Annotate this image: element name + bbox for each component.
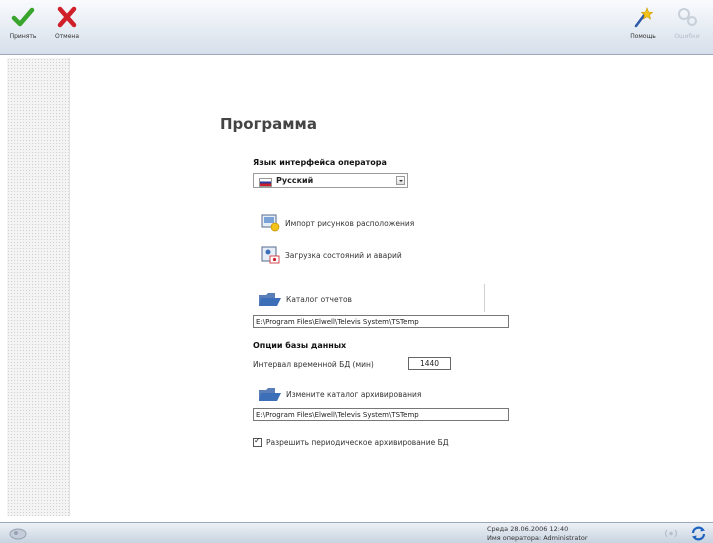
periodic-archive-checkbox-row[interactable]: Разрешить периодическое архивирование БД bbox=[253, 436, 449, 447]
archive-path-field[interactable]: E:\Program Files\Elwell\Televis System\T… bbox=[253, 408, 509, 421]
language-label: Язык интерфейса оператора bbox=[253, 158, 387, 167]
load-alarms-icon bbox=[261, 246, 280, 264]
chevron-down-icon[interactable] bbox=[396, 176, 405, 185]
periodic-archive-label: Разрешить периодическое архивирование БД bbox=[266, 438, 449, 447]
toolbar: Принять Отмена Помощь Ошибки bbox=[0, 0, 713, 55]
import-image-icon bbox=[261, 214, 280, 232]
content-area bbox=[69, 58, 710, 516]
apply-button[interactable]: Принять bbox=[1, 4, 45, 40]
folder-icon bbox=[259, 388, 281, 401]
status-bar: Среда 28.06.2006 12:40 Имя оператора: Ad… bbox=[0, 522, 713, 543]
refresh-icon[interactable] bbox=[690, 525, 707, 542]
divider bbox=[484, 284, 485, 312]
interval-label: Интервал временной БД (мин) bbox=[253, 360, 374, 369]
periodic-archive-checkbox[interactable] bbox=[253, 436, 262, 447]
status-operator: Имя оператора: Administrator bbox=[487, 534, 588, 542]
help-wand-icon bbox=[634, 7, 654, 28]
load-states-label: Загрузка состояний и аварий bbox=[285, 250, 402, 260]
archive-folder-button[interactable]: Измените каталог архивирования bbox=[258, 385, 421, 403]
load-states-button[interactable]: Загрузка состояний и аварий bbox=[261, 246, 402, 264]
help-button[interactable]: Помощь bbox=[621, 4, 665, 40]
reports-folder-label: Каталог отчетов bbox=[286, 294, 352, 304]
cancel-button[interactable]: Отмена bbox=[45, 4, 89, 40]
language-value: Русский bbox=[276, 176, 314, 185]
folder-icon bbox=[259, 293, 281, 306]
cross-icon bbox=[57, 6, 77, 28]
flag-icon bbox=[259, 178, 272, 187]
db-options-label: Опции базы данных bbox=[253, 341, 347, 350]
status-datetime: Среда 28.06.2006 12:40 bbox=[487, 525, 569, 533]
disabled-toolbar-button[interactable]: Ошибки bbox=[665, 4, 709, 40]
signal-icon bbox=[664, 529, 678, 538]
page-title: Программа bbox=[220, 115, 317, 133]
import-images-button[interactable]: Импорт рисунков расположения bbox=[261, 214, 414, 232]
help-label: Помощь bbox=[630, 33, 656, 40]
left-panel bbox=[7, 58, 69, 516]
apply-label: Принять bbox=[9, 33, 37, 40]
check-icon bbox=[11, 7, 35, 27]
cancel-label: Отмена bbox=[54, 33, 80, 40]
import-images-label: Импорт рисунков расположения bbox=[285, 218, 415, 228]
language-select[interactable]: Русский bbox=[253, 173, 408, 188]
gear-icon bbox=[678, 8, 697, 26]
reports-path-field[interactable]: E:\Program Files\Elwell\Televis System\T… bbox=[253, 315, 509, 328]
disabled-label: Ошибки bbox=[674, 33, 700, 40]
archive-folder-label: Измените каталог архивирования bbox=[286, 389, 422, 399]
network-icon bbox=[9, 528, 27, 540]
interval-field[interactable]: 1440 bbox=[408, 357, 451, 370]
reports-folder-button[interactable]: Каталог отчетов bbox=[258, 290, 352, 308]
